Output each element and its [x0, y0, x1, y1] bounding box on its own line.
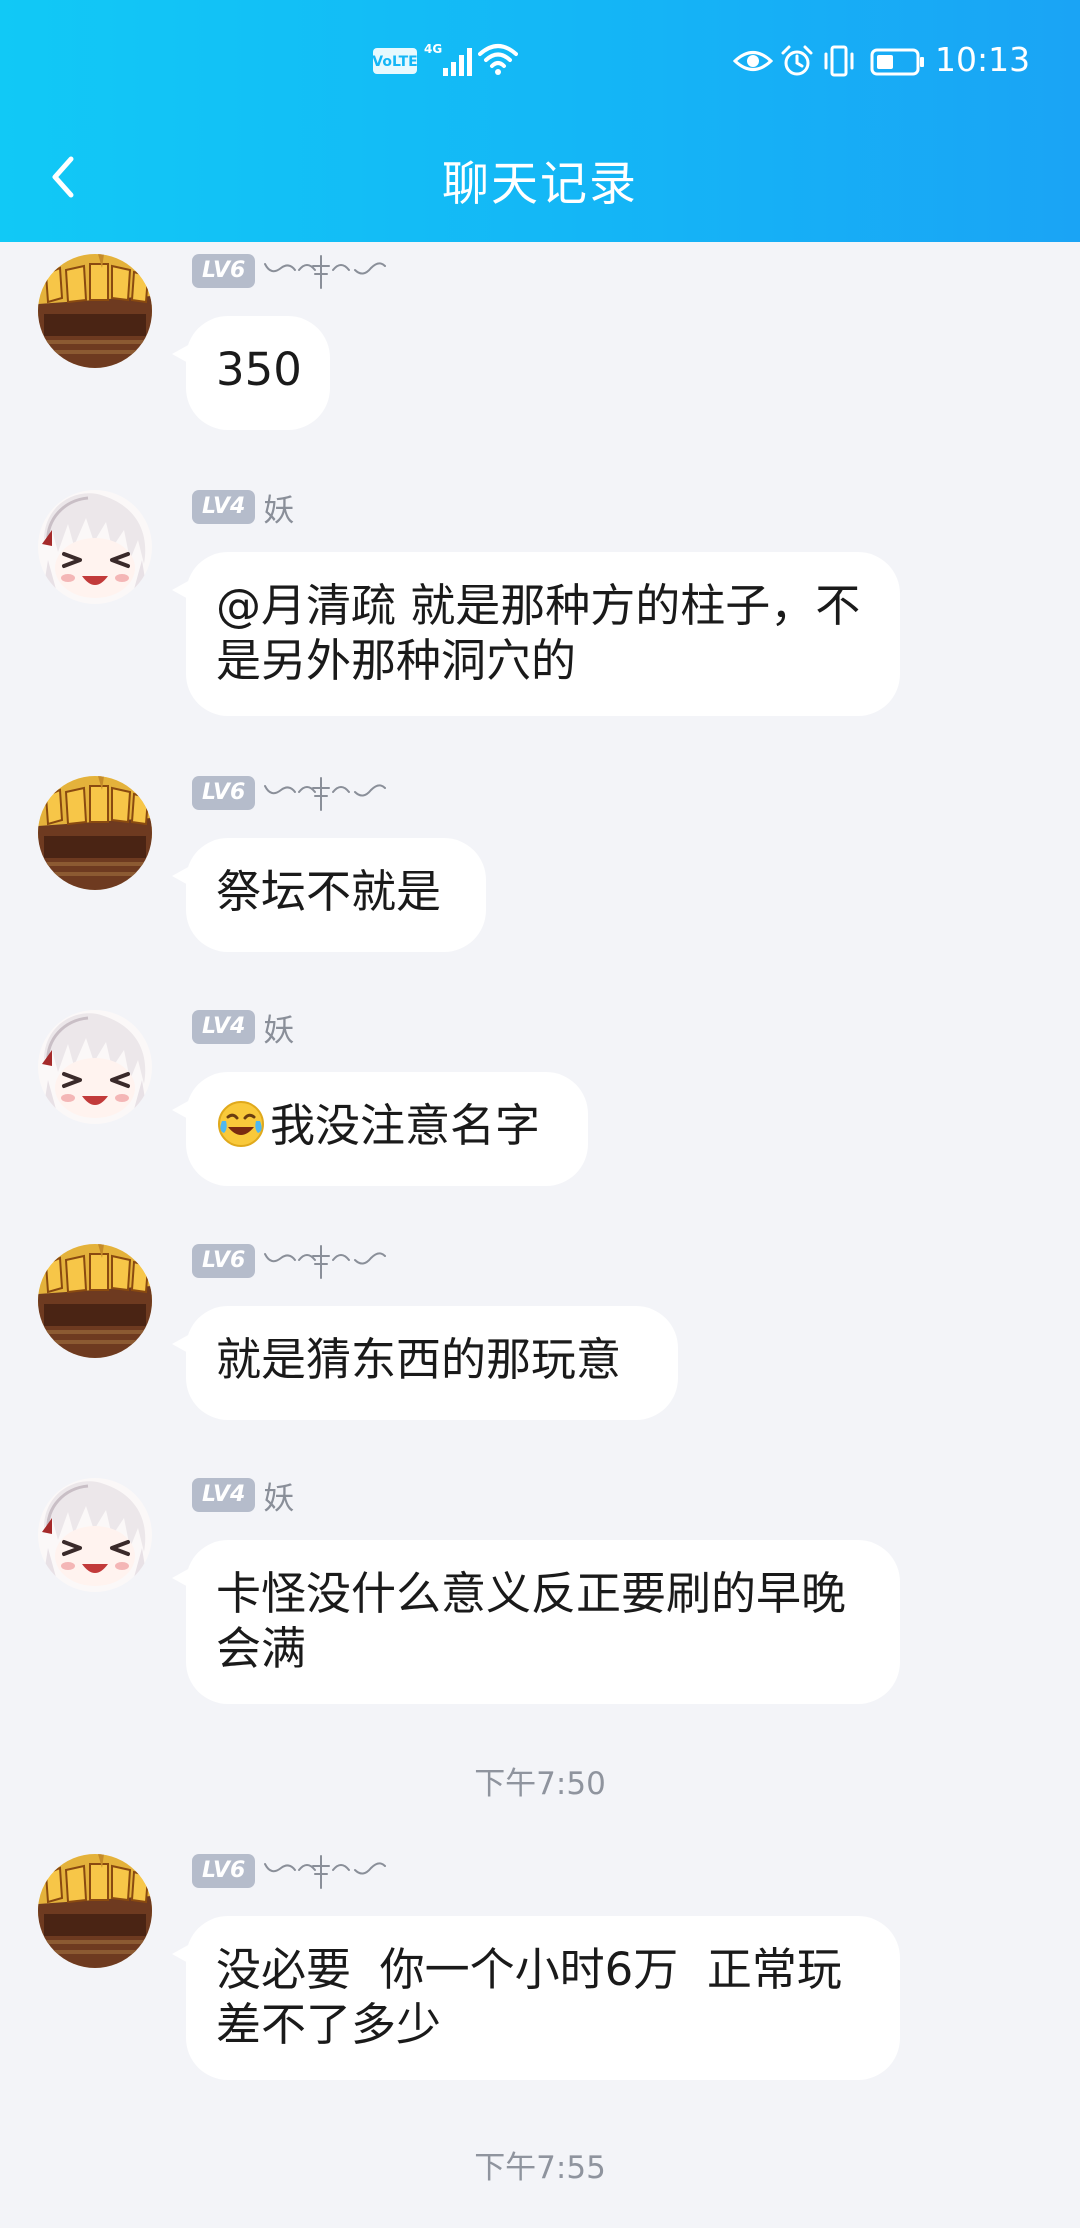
level-badge: LV4 — [192, 1478, 256, 1512]
chat-history-list[interactable]: LV6 350 LV4 妖 @月清疏 就是那种方的柱子，不是另外那种洞穴的 LV… — [0, 242, 1080, 2228]
gold-logo-avatar-icon — [38, 1854, 152, 1968]
message-bubble[interactable]: @月清疏 就是那种方的柱子，不是另外那种洞穴的 — [172, 552, 900, 716]
decorative-nickname-icon — [264, 1245, 387, 1279]
laughing-tears-emoji-icon — [218, 1101, 264, 1147]
gold-logo-avatar-icon — [38, 1244, 152, 1358]
avatar[interactable] — [38, 490, 152, 604]
alarm-icon — [780, 44, 814, 82]
page-title: 聊天记录 — [442, 157, 638, 212]
message-bubble[interactable]: 祭坛不就是 — [172, 838, 486, 952]
eye-icon — [732, 48, 774, 78]
sender-nickname: 妖 — [263, 1480, 295, 1517]
message-bubble[interactable]: 350 — [172, 316, 330, 430]
message-bubble[interactable]: 我没注意名字 — [172, 1072, 588, 1186]
avatar[interactable] — [38, 1244, 152, 1358]
title-bar: 聊天记录 — [0, 125, 1080, 242]
svg-text:4G: 4G — [424, 42, 442, 56]
level-badge: LV6 — [192, 1854, 256, 1888]
message-bubble[interactable]: 卡怪没什么意义反正要刷的早晚会满 — [172, 1540, 900, 1704]
sender-nickname: 妖 — [263, 492, 295, 529]
sender-meta: LV6 — [192, 1852, 389, 1890]
timestamp: 下午7:55 — [474, 2150, 606, 2186]
volte-icon: VoLTE — [372, 48, 418, 78]
decorative-nickname-icon — [264, 777, 387, 811]
decorative-nickname-icon — [264, 1855, 387, 1889]
message-bubble[interactable]: 就是猜东西的那玩意 — [172, 1306, 678, 1420]
sender-meta: LV6 — [192, 252, 389, 290]
sender-meta: LV4 妖 — [192, 1008, 294, 1049]
vibrate-icon — [822, 44, 856, 82]
avatar[interactable] — [38, 1478, 152, 1592]
avatar[interactable] — [38, 254, 152, 368]
decorative-nickname-icon — [264, 255, 387, 289]
cellular-signal-icon: 4G — [423, 40, 475, 84]
level-badge: LV6 — [192, 1244, 256, 1278]
avatar[interactable] — [38, 776, 152, 890]
gold-logo-avatar-icon — [38, 776, 152, 890]
status-bar: VoLTE 4G 10:13 — [0, 0, 1080, 125]
sender-meta: LV6 — [192, 774, 389, 812]
anime-girl-avatar-icon — [38, 490, 152, 604]
battery-icon — [870, 48, 926, 80]
app-header: VoLTE 4G 10:13 聊天记录 — [0, 0, 1080, 242]
svg-text:VoLTE: VoLTE — [373, 54, 417, 70]
level-badge: LV6 — [192, 254, 256, 288]
level-badge: LV6 — [192, 776, 256, 810]
wifi-icon — [478, 42, 518, 80]
gold-logo-avatar-icon — [38, 254, 152, 368]
avatar[interactable] — [38, 1854, 152, 1968]
timestamp: 下午7:50 — [474, 1766, 606, 1802]
level-badge: LV4 — [192, 490, 256, 524]
sender-meta: LV4 妖 — [192, 1476, 294, 1517]
level-badge: LV4 — [192, 1010, 256, 1044]
sender-nickname: 妖 — [263, 1012, 295, 1049]
message-bubble[interactable]: 没必要 你一个小时6万 正常玩差不了多少 — [172, 1916, 900, 2080]
clock: 10:13 — [935, 40, 1031, 79]
sender-meta: LV6 — [192, 1242, 389, 1280]
anime-girl-avatar-icon — [38, 1010, 152, 1124]
sender-meta: LV4 妖 — [192, 488, 294, 529]
avatar[interactable] — [38, 1010, 152, 1124]
message-text: 我没注意名字 — [270, 1099, 541, 1152]
anime-girl-avatar-icon — [38, 1478, 152, 1592]
